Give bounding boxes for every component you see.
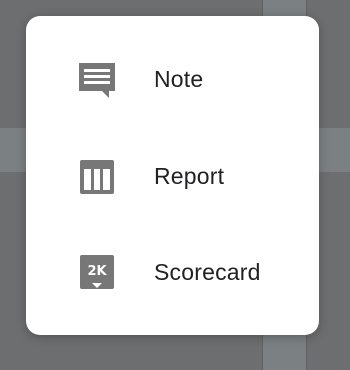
svg-text:2K: 2K: [87, 264, 107, 279]
scorecard-icon: 2K: [76, 253, 118, 295]
menu-item-label: Scorecard: [154, 259, 261, 285]
menu-item-label: Report: [154, 163, 225, 189]
report-icon: [76, 157, 118, 199]
menu-item-scorecard[interactable]: 2K Scorecard: [26, 237, 319, 307]
menu-item-report[interactable]: Report: [26, 141, 319, 211]
menu-item-label: Note: [154, 66, 204, 92]
menu-item-note[interactable]: Note: [26, 44, 319, 114]
note-icon: [76, 60, 118, 102]
add-item-menu: Note Report 2K Scorecard: [26, 16, 319, 335]
